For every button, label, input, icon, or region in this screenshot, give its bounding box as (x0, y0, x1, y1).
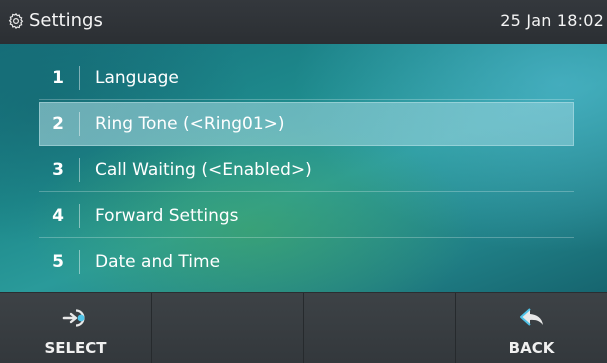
header-bar: Settings 25 Jan 18:02 (0, 0, 607, 44)
date-time: 25 Jan 18:02 (500, 11, 604, 30)
menu-item-number: 4 (52, 206, 64, 226)
settings-screen: Settings 25 Jan 18:02 1 Language 2 Ring … (0, 0, 607, 363)
softkey-bar: SELECT BACK (0, 292, 607, 363)
menu-item-label: Call Waiting (<Enabled>) (95, 160, 312, 180)
row-divider (39, 191, 574, 192)
menu-item-forward-settings[interactable]: 4 Forward Settings (39, 194, 574, 238)
menu-item-number: 2 (52, 114, 64, 134)
menu-item-label: Forward Settings (95, 206, 239, 226)
row-divider (39, 99, 574, 100)
menu-list: 1 Language 2 Ring Tone (<Ring01>) 3 Call… (0, 44, 607, 292)
gear-icon (8, 12, 24, 30)
divider (79, 250, 80, 274)
select-softkey[interactable]: SELECT (0, 293, 152, 363)
menu-item-label: Ring Tone (<Ring01>) (95, 114, 285, 134)
menu-item-date-and-time[interactable]: 5 Date and Time (39, 240, 574, 284)
back-label: BACK (508, 339, 555, 357)
back-arrow-icon (519, 308, 543, 326)
menu-item-ring-tone[interactable]: 2 Ring Tone (<Ring01>) (39, 102, 574, 146)
select-label: SELECT (44, 339, 107, 357)
select-arrow-icon (62, 309, 85, 327)
menu-item-label: Date and Time (95, 252, 221, 272)
menu-item-number: 1 (52, 68, 64, 88)
back-softkey[interactable]: BACK (456, 293, 607, 363)
divider (79, 112, 80, 136)
menu-item-call-waiting[interactable]: 3 Call Waiting (<Enabled>) (39, 148, 574, 192)
page-title: Settings (29, 10, 103, 31)
menu-item-number: 3 (52, 160, 64, 180)
menu-item-label: Language (95, 68, 179, 88)
empty-softkey-3[interactable] (304, 293, 456, 363)
empty-softkey-2[interactable] (152, 293, 304, 363)
divider (79, 158, 80, 182)
menu-item-number: 5 (52, 252, 64, 272)
divider (79, 204, 80, 228)
divider (79, 66, 80, 90)
menu-item-language[interactable]: 1 Language (39, 56, 574, 100)
row-divider (39, 237, 574, 238)
